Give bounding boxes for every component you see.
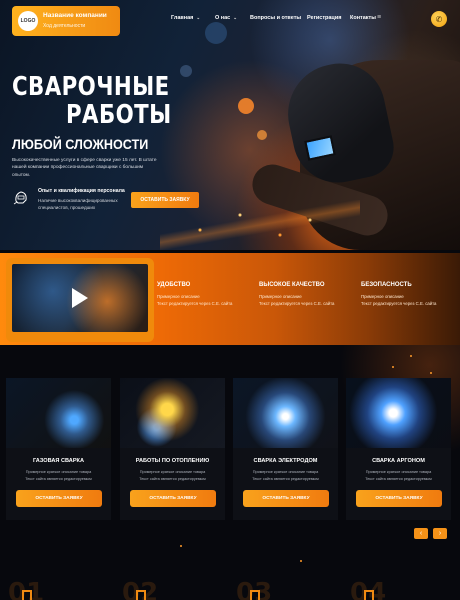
bokeh-light (238, 98, 254, 114)
nav-label: Регистрация (307, 15, 342, 21)
feature-title: БЕЗОПАСНОСТЬ (361, 282, 412, 288)
service-card: РАБОТЫ ПО ОТОПЛЕНИЮ Примерное краткое оп… (120, 378, 225, 520)
step-marker (136, 590, 146, 600)
feature-quality: ВЫСОКОЕ КАЧЕСТВО Примерное описание Текс… (259, 282, 354, 306)
experience-description: Наличие высококвалифицированных специали… (38, 198, 118, 210)
service-request-button[interactable]: ОСТАВИТЬ ЗАЯВКУ (243, 490, 329, 507)
service-title: ГАЗОВАЯ СВАРКА (32, 458, 85, 464)
service-card: СВАРКА ЭЛЕКТРОДОМ Примерное краткое опис… (233, 378, 338, 520)
carousel-prev-button[interactable]: ‹ (414, 528, 428, 539)
service-request-button[interactable]: ОСТАВИТЬ ЗАЯВКУ (130, 490, 216, 507)
nav-item-home[interactable]: Главная ⌄ (171, 15, 200, 21)
feature-line: Примерное описание (157, 294, 200, 299)
nav-label: Главная (171, 15, 194, 21)
chevron-down-icon: ⌄ (196, 15, 201, 20)
service-description: Примерное краткое описание товара (252, 470, 319, 474)
feature-line: Текст редактируется через С.Е. сайта (361, 301, 437, 306)
service-title: РАБОТЫ ПО ОТОПЛЕНИЮ (135, 458, 210, 464)
nav-item-faq[interactable]: Вопросы и ответы (250, 15, 301, 21)
chevron-down-icon: ⌄ (233, 15, 238, 20)
company-name: Название компании (43, 12, 107, 19)
hero-subtitle: ЛЮБОЙ СЛОЖНОСТИ (12, 136, 149, 152)
service-title: СВАРКА АРГОНОМ (372, 458, 425, 464)
nav-label: Контакты (350, 15, 376, 21)
nav-label: Вопросы и ответы (250, 15, 302, 21)
service-description: Примерное краткое описание товара (25, 470, 92, 474)
hero-request-button[interactable]: ОСТАВИТЬ ЗАЯВКУ (131, 192, 199, 208)
nav-item-about[interactable]: О нас ⌄ (215, 15, 237, 21)
ember-spark (430, 372, 432, 374)
ember-spark (300, 560, 302, 562)
welding-mask-icon (13, 191, 27, 205)
service-image (6, 378, 111, 448)
service-image (233, 378, 338, 448)
service-card: СВАРКА АРГОНОМ Примерное краткое описани… (346, 378, 451, 520)
play-icon[interactable] (72, 288, 88, 308)
ember-spark (180, 545, 182, 547)
feature-convenience: УДОБСТВО Примерное описание Текст редакт… (157, 282, 252, 306)
service-image (120, 378, 225, 448)
feature-title: УДОБСТВО (157, 282, 191, 288)
service-title: СВАРКА ЭЛЕКТРОДОМ (253, 458, 318, 464)
feature-title: ВЫСОКОЕ КАЧЕСТВО (259, 282, 325, 288)
service-description: Текст сайта является редактируемым (365, 477, 432, 481)
menu-icon[interactable]: ≡ (377, 14, 381, 21)
step-marker (364, 590, 374, 600)
company-tagline: Ход деятельности (43, 23, 86, 29)
feature-line: Текст редактируется через С.Е. сайта (157, 301, 233, 306)
service-image (346, 378, 451, 448)
bokeh-light (257, 130, 267, 140)
service-description: Текст сайта является редактируемым (25, 477, 92, 481)
feature-line: Примерное описание (361, 294, 404, 299)
hero-title-line1: СВАРОЧНЫЕ (12, 72, 170, 102)
ember-spark (410, 355, 412, 357)
nav-item-registration[interactable]: Регистрация (307, 15, 341, 21)
service-request-button[interactable]: ОСТАВИТЬ ЗАЯВКУ (16, 490, 102, 507)
service-description: Текст сайта является редактируемым (139, 477, 206, 481)
ember-spark (392, 366, 394, 368)
service-request-button[interactable]: ОСТАВИТЬ ЗАЯВКУ (356, 490, 442, 507)
hero-title-line2: РАБОТЫ (66, 100, 172, 130)
feature-line: Текст редактируется через С.Е. сайта (259, 301, 335, 306)
feature-line: Примерное описание (259, 294, 302, 299)
nav-label: О нас (215, 15, 231, 21)
step-marker (250, 590, 260, 600)
bokeh-light (205, 22, 227, 44)
feature-safety: БЕЗОПАСНОСТЬ Примерное описание Текст ре… (361, 282, 456, 306)
hero-section: LOGO Название компании Ход деятельности … (0, 0, 460, 250)
step-marker (22, 590, 32, 600)
service-description: Примерное краткое описание товара (139, 470, 206, 474)
phone-icon[interactable]: ✆ (431, 11, 447, 27)
company-logo-block[interactable]: LOGO Название компании Ход деятельности (12, 6, 120, 36)
service-description: Текст сайта является редактируемым (252, 477, 319, 481)
video-card[interactable] (6, 258, 154, 342)
bokeh-light (180, 65, 192, 77)
service-card: ГАЗОВАЯ СВАРКА Примерное краткое описани… (6, 378, 111, 520)
video-thumbnail[interactable] (12, 264, 148, 332)
hero-description: Высококачественные услуги в сфере сварки… (12, 158, 157, 178)
carousel-next-button[interactable]: › (433, 528, 447, 539)
logo-badge: LOGO (18, 11, 38, 31)
nav-item-contacts[interactable]: Контакты (350, 15, 376, 21)
service-description: Примерное краткое описание товара (365, 470, 432, 474)
experience-title: Опыт и квалификация персонала (38, 188, 125, 194)
